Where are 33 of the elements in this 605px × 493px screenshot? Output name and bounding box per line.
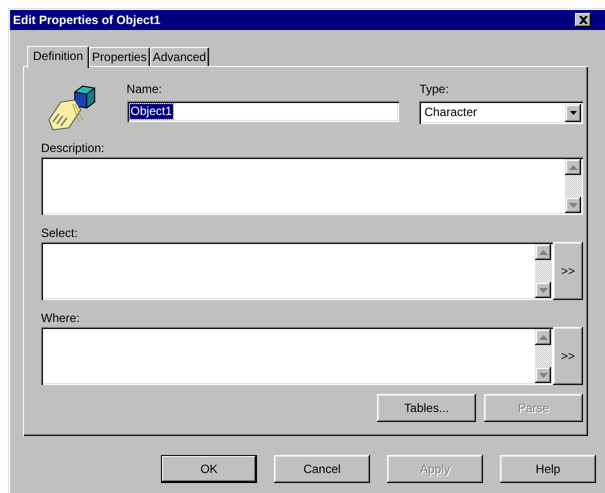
scrollbar[interactable] — [535, 329, 551, 383]
field-label: Description: — [41, 141, 104, 155]
up-arrow-icon — [538, 250, 548, 254]
tab[interactable]: Advanced — [150, 47, 210, 66]
dropdown-arrow-icon — [570, 110, 576, 114]
down-arrow-icon — [538, 372, 548, 378]
down-arrow-icon — [538, 288, 548, 292]
tab[interactable]: Definition — [27, 46, 90, 68]
field-label: Where: — [41, 311, 80, 325]
scrollbar[interactable] — [535, 244, 551, 298]
panel-button[interactable]: Tables... — [377, 394, 476, 422]
text-area[interactable] — [41, 327, 553, 385]
expand-button[interactable]: >> — [553, 242, 583, 300]
name-field[interactable]: Object1 — [126, 101, 400, 122]
up-arrow-icon — [568, 164, 578, 170]
dialog-button[interactable]: OK — [161, 455, 257, 483]
type-dropdown[interactable]: Character — [419, 101, 583, 124]
tab[interactable]: Properties — [89, 47, 150, 66]
down-arrow-icon — [568, 202, 578, 208]
field-label: Select: — [41, 226, 78, 240]
field-value: Object1 — [130, 104, 173, 119]
name-label: Name: — [126, 82, 162, 96]
close-icon — [578, 16, 588, 24]
text-area[interactable] — [41, 157, 583, 215]
text-area[interactable] — [41, 242, 553, 300]
up-arrow-icon — [538, 334, 548, 340]
dialog-button[interactable]: Help — [500, 455, 596, 483]
scrollbar[interactable] — [565, 159, 581, 213]
close-button[interactable] — [575, 13, 591, 27]
expand-button[interactable]: >> — [553, 327, 583, 385]
window-title: Edit Properties of Object1 — [13, 13, 160, 27]
type-label: Type: — [419, 82, 449, 96]
dialog-button[interactable]: Cancel — [274, 455, 370, 483]
